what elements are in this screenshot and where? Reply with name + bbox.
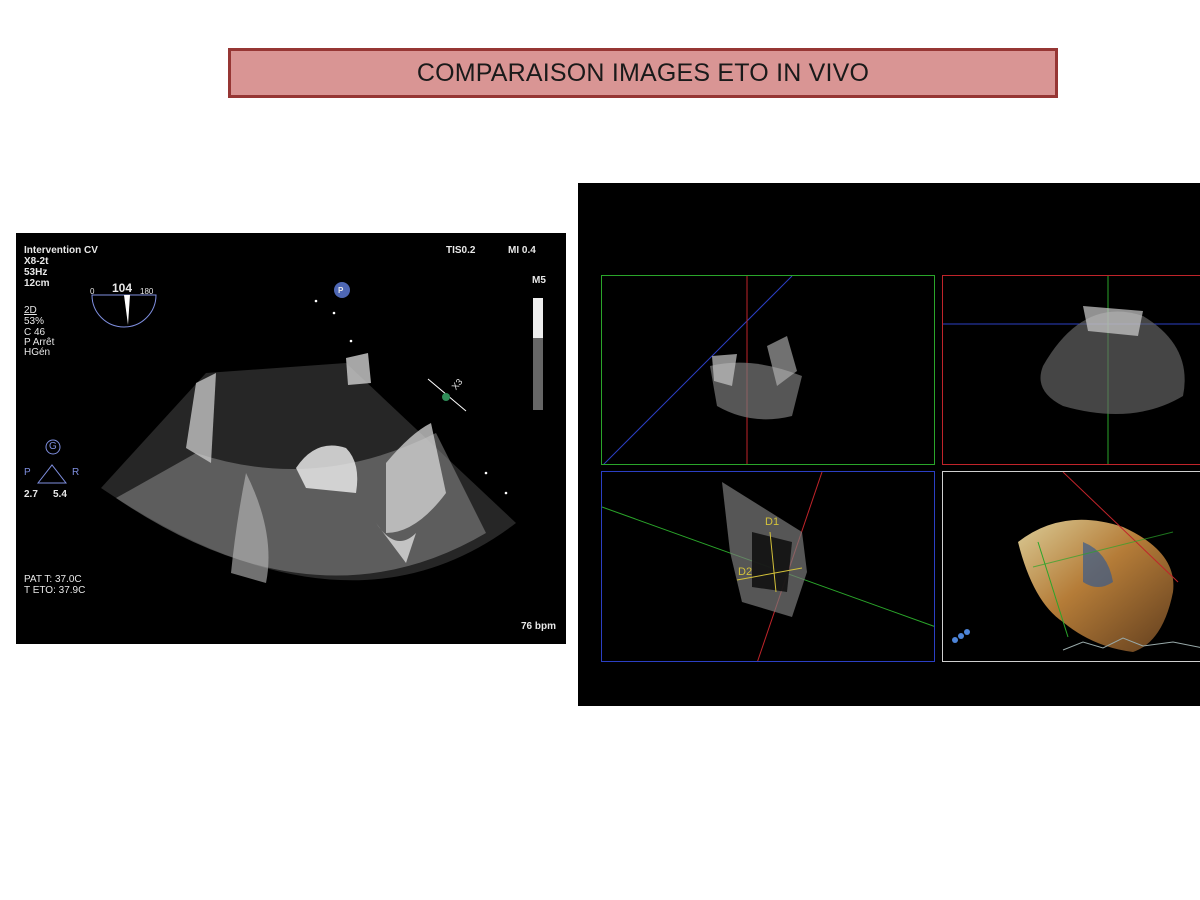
tee-3d-multiplanar-image: D1 D2 [578, 183, 1200, 706]
probe-label: X8-2t [24, 256, 49, 267]
mode-label: Intervention CV [24, 245, 98, 256]
depth-label: 12cm [24, 278, 50, 289]
setting-2d: 2D [24, 305, 37, 316]
frequency-label: 53Hz [24, 267, 48, 278]
orientation-value-left: 2.7 [24, 489, 38, 500]
orientation-value-right: 5.4 [53, 489, 67, 500]
orientation-g: G [49, 441, 57, 452]
orientation-r: R [72, 467, 80, 478]
angle-min: 0 [90, 287, 95, 296]
p-marker-icon: P [338, 286, 344, 295]
slide-title-banner: COMPARAISON IMAGES ETO IN VIVO [228, 48, 1058, 98]
scale-label: M5 [532, 275, 546, 286]
volume-rendered-view [942, 471, 1200, 662]
tee-2d-image: Intervention CV X8-2t 53Hz 12cm 2D 53% C… [16, 233, 566, 644]
probe-temperature: T ETO: 37.9C [24, 585, 86, 596]
heart-rate: 76 bpm [521, 621, 557, 632]
patient-temperature: PAT T: 37.0C [24, 574, 82, 585]
plane-view-green [601, 275, 935, 465]
plane-view-blue: D1 D2 [601, 471, 935, 662]
measurement-d1: D1 [765, 516, 780, 528]
measurement-d2: D2 [738, 566, 753, 578]
tis-label: TIS0.2 [446, 245, 476, 256]
setting-harmonic: HGén [24, 347, 51, 358]
ultrasound-sector-scan [36, 282, 543, 583]
orientation-p: P [24, 467, 31, 478]
angle-value: 104 [112, 281, 133, 295]
mi-label: MI 0.4 [508, 245, 536, 256]
plane-view-red [942, 275, 1200, 465]
setting-gain: 53% [24, 316, 45, 327]
angle-max: 180 [140, 287, 154, 296]
slide-title: COMPARAISON IMAGES ETO IN VIVO [416, 58, 870, 87]
